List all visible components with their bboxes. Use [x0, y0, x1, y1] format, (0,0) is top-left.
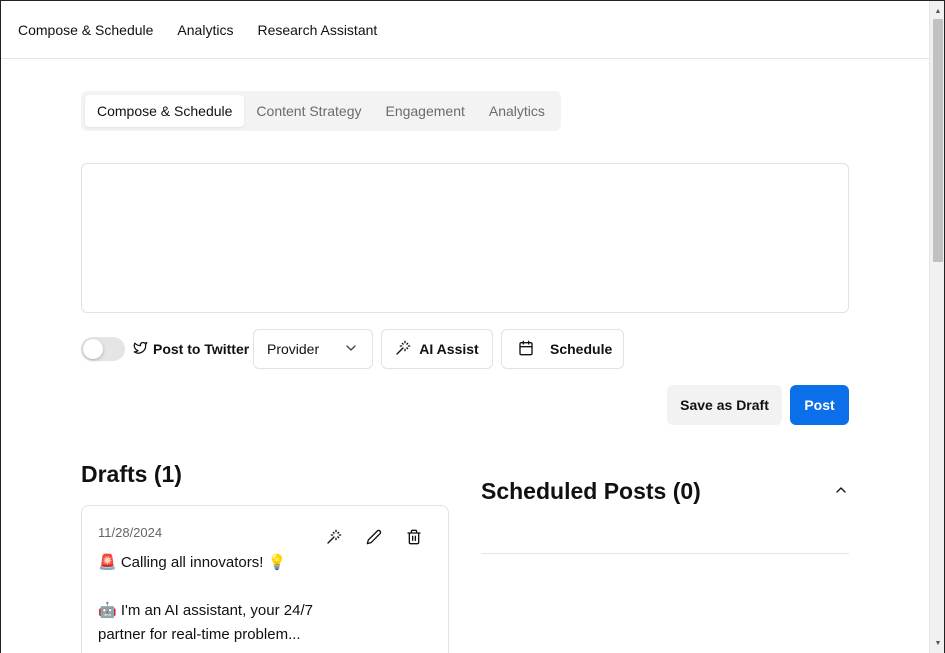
draft-card: 11/28/2024 🚨 Calling all innovators! 💡 🤖… — [81, 505, 449, 653]
scroll-up-arrow-icon[interactable]: ▲ — [930, 3, 945, 19]
magic-wand-icon[interactable] — [325, 528, 343, 546]
tab-analytics[interactable]: Analytics — [477, 95, 557, 127]
post-to-twitter-label: Post to Twitter — [133, 340, 249, 358]
nav-compose-schedule[interactable]: Compose & Schedule — [18, 22, 153, 38]
post-button[interactable]: Post — [790, 385, 849, 425]
pencil-icon[interactable] — [365, 528, 383, 546]
twitter-bird-icon — [133, 340, 148, 358]
draft-date: 11/28/2024 — [98, 525, 163, 540]
calendar-icon — [518, 340, 534, 359]
magic-wand-icon — [395, 340, 411, 359]
nav-research-assistant[interactable]: Research Assistant — [257, 22, 377, 38]
drafts-heading: Drafts (1) — [81, 461, 182, 487]
tab-content-strategy[interactable]: Content Strategy — [244, 95, 373, 127]
draft-actions — [325, 528, 423, 546]
top-navigation: Compose & Schedule Analytics Research As… — [1, 1, 929, 59]
chevron-down-icon — [343, 340, 359, 359]
save-as-draft-button[interactable]: Save as Draft — [667, 385, 782, 425]
vertical-scrollbar[interactable]: ▲ ▼ — [929, 1, 945, 653]
twitter-label-text: Post to Twitter — [153, 341, 250, 357]
tab-compose-schedule[interactable]: Compose & Schedule — [85, 95, 245, 127]
chevron-up-icon[interactable] — [833, 482, 849, 498]
trash-icon[interactable] — [405, 528, 423, 546]
scheduled-divider — [481, 553, 849, 554]
draft-text: 🚨 Calling all innovators! 💡 🤖 I'm an AI … — [98, 554, 313, 643]
ai-assist-button[interactable]: AI Assist — [381, 329, 493, 369]
tab-bar: Compose & Schedule Content Strategy Enga… — [81, 91, 561, 131]
tab-engagement[interactable]: Engagement — [373, 95, 476, 127]
post-composer-input[interactable] — [81, 163, 849, 313]
scheduled-posts-heading: Scheduled Posts (0) — [481, 478, 701, 504]
scroll-thumb[interactable] — [933, 19, 943, 262]
schedule-label: Schedule — [550, 341, 613, 357]
post-to-twitter-toggle[interactable] — [81, 337, 125, 361]
toggle-knob — [83, 339, 103, 359]
provider-select[interactable]: Provider — [253, 329, 373, 369]
scroll-down-arrow-icon[interactable]: ▼ — [930, 635, 945, 651]
schedule-button[interactable]: Schedule — [501, 329, 624, 369]
provider-value: Provider — [267, 341, 320, 357]
nav-analytics[interactable]: Analytics — [177, 22, 233, 38]
ai-assist-label: AI Assist — [419, 341, 479, 357]
